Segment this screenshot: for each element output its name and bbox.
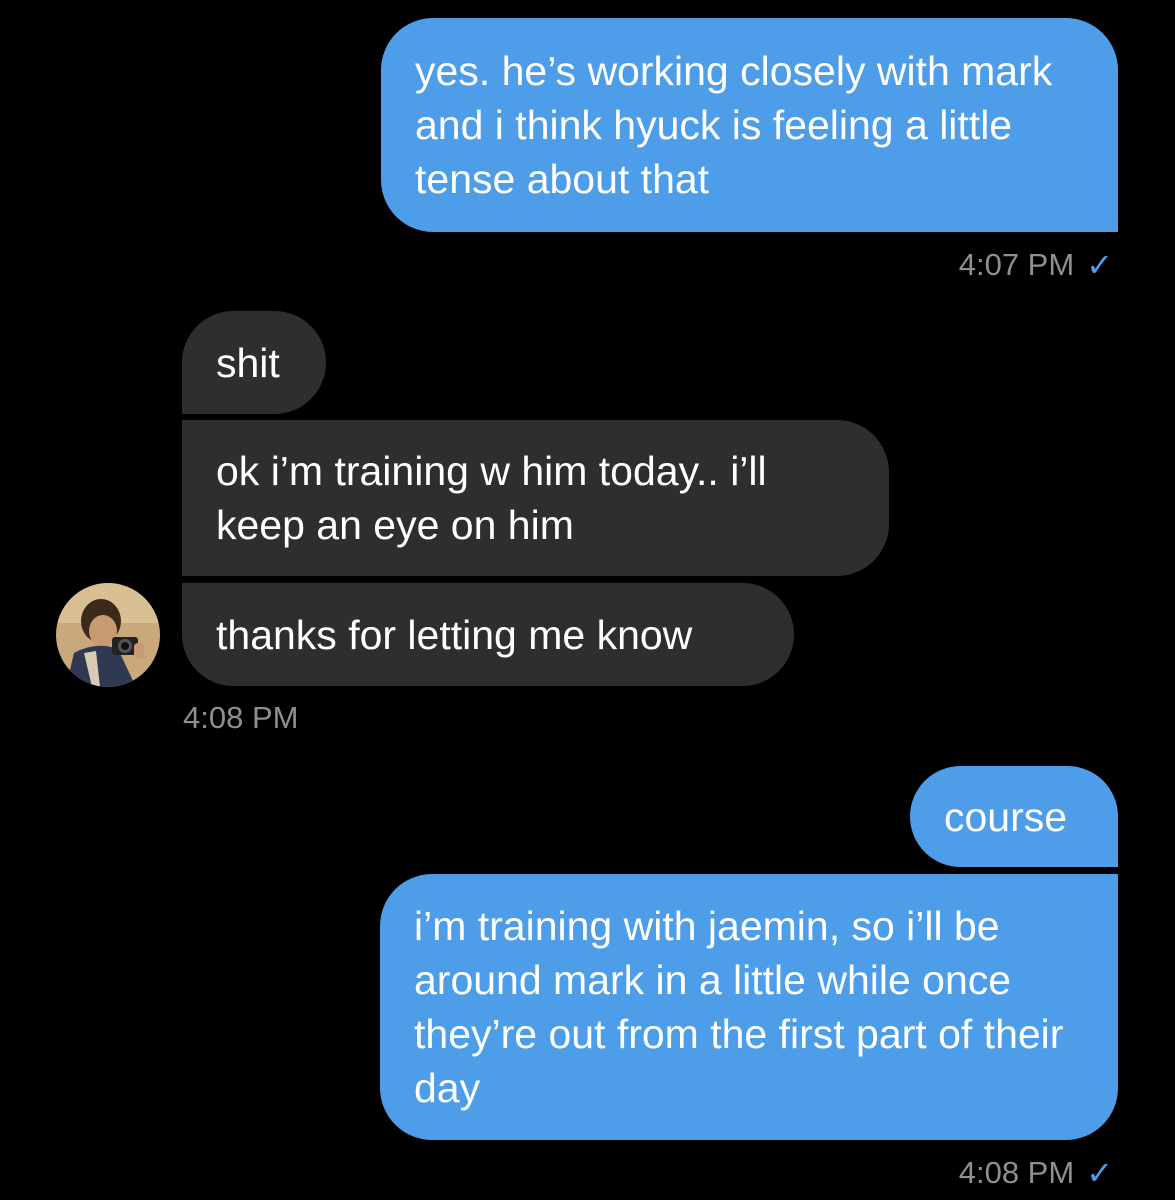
outgoing-message-bubble[interactable]: i’m training with jaemin, so i’ll be aro…: [380, 874, 1118, 1140]
read-check-icon: ✓: [1086, 247, 1113, 283]
outgoing-message-bubble[interactable]: course: [910, 766, 1118, 867]
message-timestamp-row: 4:08 PM: [183, 700, 298, 736]
message-text: course: [944, 793, 1068, 840]
outgoing-message-bubble[interactable]: yes. he’s working closely with mark and …: [381, 18, 1118, 232]
message-timestamp-row: 4:07 PM ✓: [959, 246, 1113, 284]
timestamp: 4:08 PM: [958, 1155, 1075, 1190]
incoming-message-bubble[interactable]: ok i’m training w him today.. i’ll keep …: [182, 420, 889, 576]
avatar-photo-icon: [56, 583, 160, 687]
contact-avatar[interactable]: [56, 583, 160, 687]
read-check-icon: ✓: [1086, 1155, 1113, 1191]
message-text: thanks for letting me know: [216, 611, 693, 658]
timestamp: 4:07 PM: [958, 247, 1075, 282]
timestamp: 4:08 PM: [183, 700, 299, 735]
message-text: i’m training with jaemin, so i’ll be aro…: [414, 903, 1064, 1111]
message-text: ok i’m training w him today.. i’ll keep …: [216, 448, 767, 548]
message-text: yes. he’s working closely with mark and …: [415, 48, 1053, 202]
message-text: shit: [216, 339, 280, 386]
incoming-message-bubble[interactable]: thanks for letting me know: [182, 583, 794, 686]
incoming-message-bubble[interactable]: shit: [182, 311, 326, 414]
message-timestamp-row: 4:08 PM ✓: [959, 1154, 1113, 1192]
